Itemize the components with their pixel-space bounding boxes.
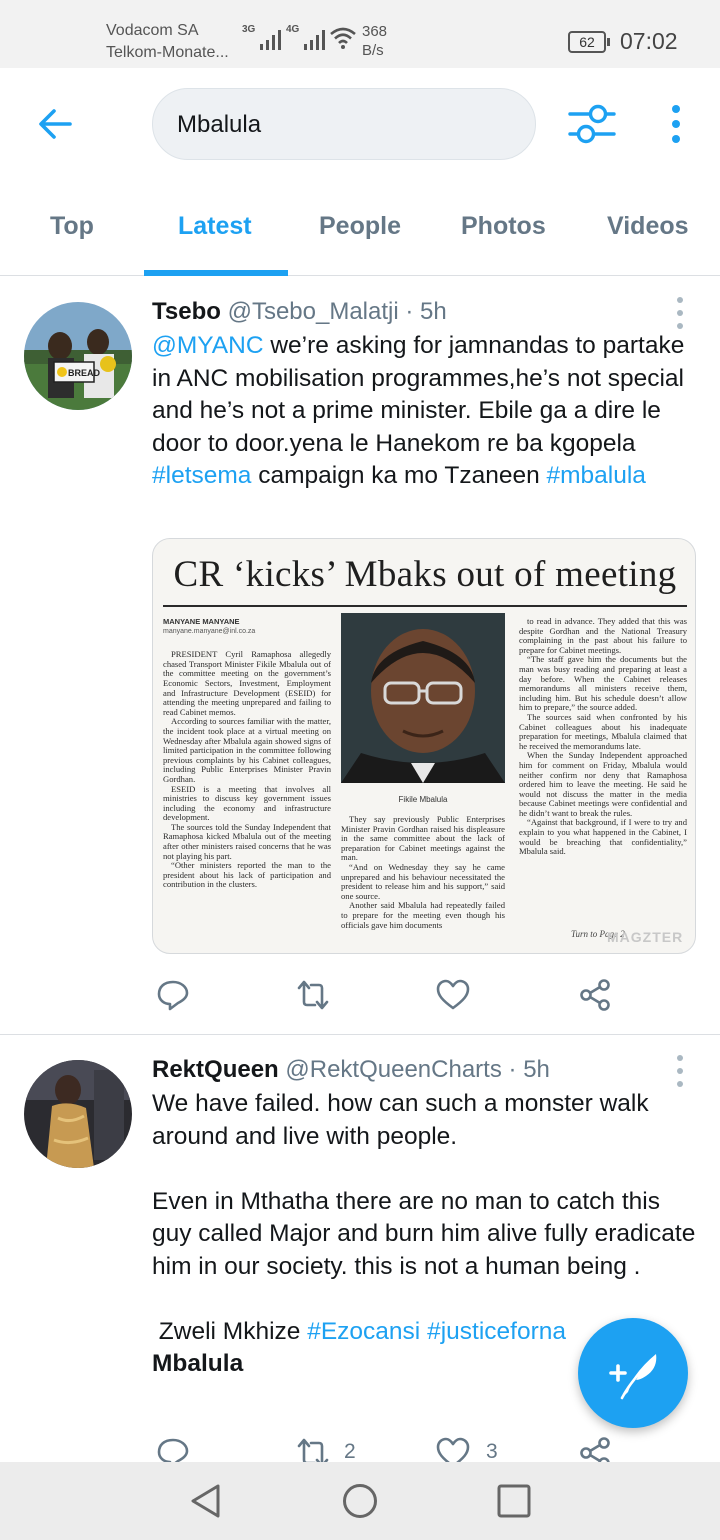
more-vertical-icon[interactable] [676,296,684,330]
clipping-paragraph: When the Sunday Independent approached h… [519,750,687,818]
active-tab-indicator [144,270,288,276]
display-name[interactable]: Tsebo [152,298,221,325]
compose-tweet-button[interactable] [578,1318,688,1428]
status-bar: Vodacom SA Telkom-Monate... 3G 4G 368 B/… [0,0,720,68]
user-handle[interactable]: @Tsebo_Malatji [228,298,399,325]
clipping-paragraph: The sources said when confronted by his … [519,711,687,751]
tweet-paragraph: We have failed. how can such a monster w… [152,1090,649,1150]
tab-latest[interactable]: Latest [178,212,252,241]
heart-icon[interactable] [436,978,470,1012]
battery-icon: 62 [568,31,610,53]
reply-icon[interactable] [156,978,190,1012]
signal-2-icon: 4G [286,24,326,50]
separator-dot: · [405,298,414,325]
clipping-paragraph: “The staff gave him the documents but th… [519,654,687,713]
more-vertical-icon[interactable] [664,104,688,144]
clipping-paragraph: ESEID is a meeting that involves all min… [163,783,331,823]
tweet-divider [0,1034,720,1035]
hashtag-link[interactable]: #letsema [152,462,251,489]
square-recents-icon[interactable] [494,1481,534,1521]
tab-top[interactable]: Top [50,212,94,241]
tweet-time: 5h [523,1056,550,1083]
tab-people[interactable]: People [319,212,401,241]
circle-home-icon[interactable] [340,1481,380,1521]
network-speed: 368 B/s [362,23,388,59]
clipping-paragraph: “Against that background, if I were to t… [519,817,687,857]
user-handle[interactable]: @RektQueenCharts [285,1056,501,1083]
clock: 07:02 [620,28,678,54]
clipping-column-2: They say previously Public Enterprises M… [341,814,505,930]
hashtag-link[interactable]: #Ezocansi [307,1318,420,1345]
search-input[interactable]: Mbalula [152,88,536,160]
clipping-paragraph: “Other ministers reported the man to the… [163,860,331,890]
clipping-column-3: to read in advance. They added that this… [519,616,687,857]
tweet-media-image[interactable]: CR ‘kicks’ Mbaks out of meeting MANYANE … [152,538,696,954]
carrier-2: Telkom-Monate... [106,44,229,61]
clipping-paragraph: They say previously Public Enterprises M… [341,814,505,863]
clipping-paragraph: According to sources familiar with the m… [163,716,331,784]
tweet-header: RektQueen @RektQueenCharts · 5h [152,1056,550,1084]
clipping-rule [163,605,687,607]
retweet-count: 2 [344,1440,356,1463]
clipping-paragraph: PRESIDENT Cyril Ramaphosa allegedly chas… [163,649,331,717]
clipping-caption: Fikile Mbalula [398,795,448,804]
clipping-paragraph: Another said Mbalula had repeatedly fail… [341,900,505,930]
clipping-headline: CR ‘kicks’ Mbaks out of meeting [173,554,677,595]
hashtag-link[interactable]: #justiceforna [427,1318,566,1345]
tweet-header: Tsebo @Tsebo_Malatji · 5h [152,298,447,326]
carrier-1: Vodacom SA [106,22,199,39]
avatar-sign-text: BREAD [68,368,101,378]
hashtag-link[interactable]: #mbalula [547,462,646,489]
carrier-info: Vodacom SA Telkom-Monate... [106,20,229,64]
compose-tweet-icon [609,1354,657,1400]
clipping-column-1: MANYANE MANYANE manyane.manyane@inl.co.z… [163,617,331,890]
clipping-paragraph: to read in advance. They added that this… [519,616,687,655]
separator-dot: · [508,1056,517,1083]
clipping-photo [341,613,505,783]
avatar[interactable]: BREAD [24,302,132,410]
tweet-text: @MYANC we’re asking for jamnandas to par… [152,332,685,489]
mention-link[interactable]: @MYANC [152,332,264,359]
tab-videos[interactable]: Videos [607,212,689,241]
wifi-icon [330,27,356,49]
avatar[interactable] [24,1060,132,1168]
arrow-left-icon[interactable] [36,104,76,144]
display-name[interactable]: RektQueen [152,1056,279,1083]
signal-1-icon: 3G [242,24,282,50]
clipping-watermark: MAGZTER [607,929,684,945]
more-vertical-icon[interactable] [676,1054,684,1088]
tweet-time: 5h [420,298,447,325]
tab-photos[interactable]: Photos [461,212,546,241]
triangle-back-icon[interactable] [186,1481,226,1521]
sliders-icon[interactable] [568,102,616,146]
search-tabs: Top Latest People Photos Videos [0,176,720,276]
share-icon[interactable] [578,978,612,1012]
tweet-paragraph: Even in Mthatha there are no man to catc… [152,1187,696,1280]
clipping-paragraph: “And on Wednesday they say he came unpre… [341,861,505,901]
like-count: 3 [486,1440,498,1463]
system-nav-bar [0,1462,720,1540]
clipping-paragraph: The sources told the Sunday Independent … [163,821,331,861]
retweet-icon[interactable] [296,978,330,1012]
search-header: Mbalula [0,68,720,176]
